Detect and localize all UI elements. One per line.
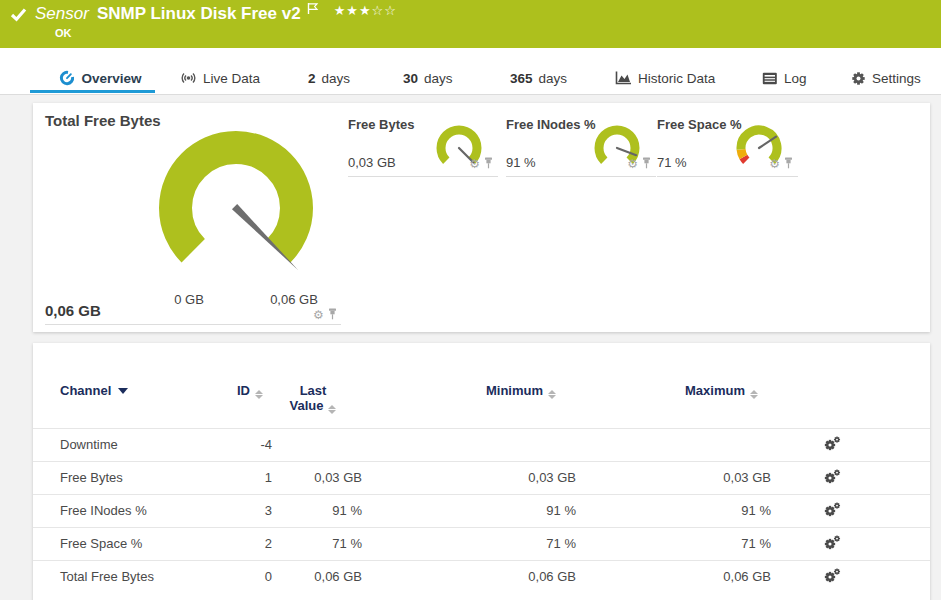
tab-bar: Overview Live Data 2days 30days 365days Histo…: [0, 48, 941, 95]
channel-settings-icon[interactable]: [824, 472, 841, 487]
channel-last-value: 0,03 GB: [273, 461, 363, 494]
channel-name[interactable]: Free INodes %: [33, 494, 233, 527]
channel-settings-icon[interactable]: [824, 538, 841, 553]
channel-maximum: 0,06 GB: [577, 560, 772, 593]
gauge-title: Free Bytes: [348, 117, 414, 132]
column-header-last-value[interactable]: LastValue: [273, 380, 363, 428]
pin-icon[interactable]: [784, 155, 793, 173]
channel-maximum: 71 %: [577, 527, 772, 560]
main-gauge-scale-max: 0,06 GB: [254, 292, 334, 307]
ok-check-icon: [10, 7, 27, 22]
gauge-value: 91 %: [506, 155, 536, 170]
channel-row: Downtime-4: [33, 428, 930, 461]
channel-last-value: 91 %: [273, 494, 363, 527]
channel-maximum: [577, 428, 772, 461]
channels-table: Channel ID LastValue Minimum Maximum Dow…: [33, 380, 930, 593]
channel-maximum: 0,03 GB: [577, 461, 772, 494]
sort-toggle-icon: [328, 405, 336, 414]
column-header-maximum[interactable]: Maximum: [577, 380, 772, 428]
tab-log[interactable]: Log: [762, 62, 807, 94]
column-header-minimum[interactable]: Minimum: [363, 380, 577, 428]
main-gauge-value: 0,06 GB: [45, 302, 101, 319]
sensor-title: SNMP Linux Disk Free v2: [97, 4, 301, 24]
gauge-settings-icon[interactable]: ⚙: [769, 158, 780, 170]
channel-id: 1: [233, 461, 273, 494]
tab-overview[interactable]: Overview: [30, 62, 155, 94]
main-gauge: [141, 113, 331, 303]
historic-data-icon: [615, 71, 632, 85]
channel-row: Free Bytes10,03 GB0,03 GB0,03 GB: [33, 461, 930, 494]
channel-name[interactable]: Free Space %: [33, 527, 233, 560]
channel-id: 3: [233, 494, 273, 527]
channel-row: Free Space %271 %71 %71 %: [33, 527, 930, 560]
tab-2-days[interactable]: 2days: [308, 62, 350, 94]
gauge-tile-free-inodes: Free INodes % 91 % ⚙: [506, 110, 656, 177]
tab-live-data[interactable]: Live Data: [180, 62, 260, 94]
channel-last-value: [273, 428, 363, 461]
channel-minimum: 91 %: [363, 494, 577, 527]
channel-id: 0: [233, 560, 273, 593]
gauge-settings-icon[interactable]: ⚙: [313, 309, 324, 321]
channels-panel: Channel ID LastValue Minimum Maximum Dow…: [33, 343, 930, 600]
live-data-icon: [180, 70, 197, 86]
sort-toggle-icon: [750, 390, 758, 399]
channel-minimum: [363, 428, 577, 461]
gauge-tile-free-space: Free Space % 71 % ⚙: [657, 110, 798, 177]
gauges-panel: Total Free Bytes 0 GB 0,06 GB 0,06 GB ⚙ …: [33, 103, 930, 332]
sort-toggle-icon: [548, 390, 556, 399]
channel-name[interactable]: Free Bytes: [33, 461, 233, 494]
channel-last-value: 0,06 GB: [273, 560, 363, 593]
channel-settings-icon[interactable]: [824, 571, 841, 586]
settings-icon: [851, 71, 866, 86]
channel-settings-icon[interactable]: [824, 439, 841, 454]
channel-id: 2: [233, 527, 273, 560]
tab-settings[interactable]: Settings: [851, 62, 921, 94]
gauge-settings-icon[interactable]: ⚙: [469, 158, 480, 170]
column-header-channel[interactable]: Channel: [33, 380, 233, 428]
object-type-label: Sensor: [35, 4, 89, 24]
status-badge: OK: [55, 27, 72, 39]
channel-maximum: 91 %: [577, 494, 772, 527]
flag-icon[interactable]: [306, 2, 319, 15]
sort-desc-icon: [118, 388, 128, 394]
main-gauge-scale-min: 0 GB: [149, 292, 229, 307]
gauge-value: 71 %: [657, 155, 687, 170]
channel-row: Free INodes %391 %91 %91 %: [33, 494, 930, 527]
channel-minimum: 0,03 GB: [363, 461, 577, 494]
column-header-id[interactable]: ID: [233, 380, 273, 428]
channel-id: -4: [233, 428, 273, 461]
gauge-icon: [59, 70, 75, 86]
channel-name[interactable]: Total Free Bytes: [33, 560, 233, 593]
channel-minimum: 0,06 GB: [363, 560, 577, 593]
pin-icon[interactable]: [642, 155, 651, 173]
tab-365-days[interactable]: 365days: [510, 62, 567, 94]
sort-toggle-icon: [255, 390, 263, 399]
pin-icon[interactable]: [484, 155, 493, 173]
pin-icon[interactable]: [328, 306, 337, 324]
channel-row: Total Free Bytes00,06 GB0,06 GB0,06 GB: [33, 560, 930, 593]
gauge-title: Free Space %: [657, 117, 742, 132]
divider: [45, 324, 341, 325]
sensor-header: Sensor SNMP Linux Disk Free v2 ★★★☆☆ OK: [0, 0, 941, 48]
channel-last-value: 71 %: [273, 527, 363, 560]
gauge-settings-icon[interactable]: ⚙: [627, 158, 638, 170]
channel-settings-icon[interactable]: [824, 505, 841, 520]
gauge-tile-free-bytes: Free Bytes 0,03 GB ⚙: [348, 110, 498, 177]
channel-minimum: 71 %: [363, 527, 577, 560]
log-icon: [762, 72, 778, 85]
tab-30-days[interactable]: 30days: [403, 62, 453, 94]
tab-historic-data[interactable]: Historic Data: [615, 62, 715, 94]
priority-stars[interactable]: ★★★☆☆: [334, 3, 397, 18]
gauge-value: 0,03 GB: [348, 155, 396, 170]
channel-name[interactable]: Downtime: [33, 428, 233, 461]
gauge-title: Free INodes %: [506, 117, 596, 132]
